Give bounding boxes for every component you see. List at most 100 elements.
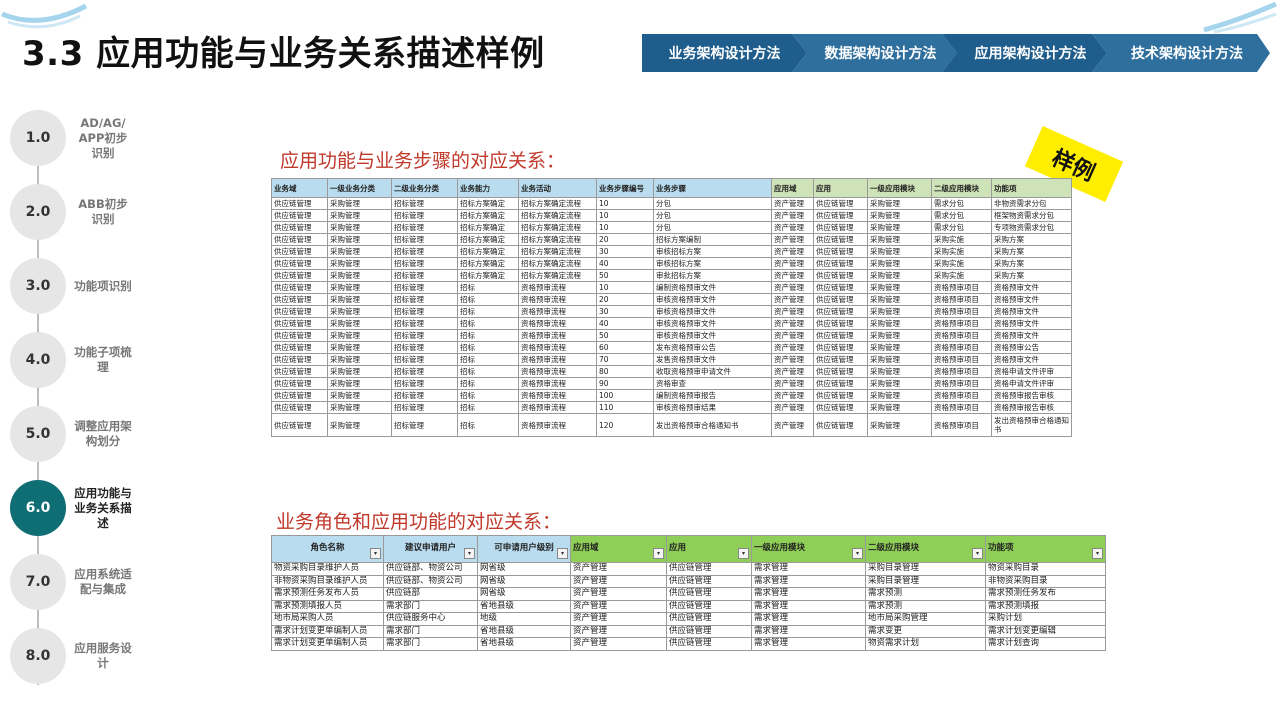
table-cell: 需求管理 (751, 624, 866, 638)
table-row: 供应链管理 采购管理 招标管理 招标方案确定 招标方案确定流程 10 分包 资产管理 供应链管理… (271, 209, 1072, 222)
table-header-cell: 二级业务分类 (391, 178, 458, 198)
table-row: 供应链管理 采购管理 招标管理 招标方案确定 招标方案确定流程 20 招标方案编制 资产管理供… (271, 233, 1072, 246)
filter-dropdown-icon[interactable]: ▾ (653, 548, 664, 559)
table-cell: 采购方案 (991, 245, 1072, 258)
timeline-step-label: AD/AG/ APP初步识别 (78, 115, 128, 160)
table-cell: 采购实施 (931, 257, 992, 270)
table-cell: 采购管理 (867, 233, 932, 246)
table-header-cell: 应用 (813, 178, 868, 198)
table-header-cell: 应用域 ▾ (570, 535, 667, 563)
table-cell: 采购管理 (327, 377, 392, 390)
table-cell: 供应链管理 (271, 197, 328, 210)
table-header-cell: 角色名称 ▾ (271, 535, 384, 563)
table-cell: 资格预审流程 (518, 389, 597, 402)
timeline-step-1[interactable]: 1.0 (10, 110, 66, 166)
table-cell: 供应链管理 (271, 377, 328, 390)
table-cell: 审核资格预审文件 (653, 329, 772, 342)
filter-dropdown-icon[interactable]: ▾ (370, 548, 381, 559)
table-cell: 收取资格预审申请文件 (653, 365, 772, 378)
table-cell: 招标 (457, 329, 519, 342)
filter-dropdown-icon[interactable]: ▾ (557, 548, 568, 559)
timeline-step-4[interactable]: 4.0 (10, 332, 66, 388)
table-row: 供应链管理 采购管理 招标管理 招标方案确定 招标方案确定流程 50 审批招标方案 资产管理供… (271, 269, 1072, 282)
table-cell: 分包 (653, 221, 772, 234)
table-cell: 采购管理 (867, 197, 932, 210)
role-function-table: 角色名称 ▾ 建议申请用户 ▾ 可申请用户级别 ▾ 应用域 ▾ 应用 ▾ 一级应用模块 ▾ 二级应用模块… (271, 535, 1106, 651)
table-cell: 供应链管理 (271, 221, 328, 234)
timeline-step-2[interactable]: 2.0 (10, 184, 66, 240)
table-cell: 招标方案确定 (457, 245, 519, 258)
table-cell: 资产管理 (771, 281, 814, 294)
table-cell: 供应链管理 (813, 293, 868, 306)
table-cell: 供应链管理 (813, 377, 868, 390)
nav-application-architecture[interactable]: 应用架构设计方法 (942, 34, 1107, 72)
table-cell: 资格申请文件评审 (991, 365, 1072, 378)
table-cell: 资产管理 (771, 197, 814, 210)
table-cell: 招标管理 (391, 365, 458, 378)
table-cell: 资格预审报告审核 (991, 401, 1072, 414)
table-cell: 招标管理 (391, 353, 458, 366)
table-cell: 招标 (457, 413, 519, 437)
table-cell: 资产管理 (771, 317, 814, 330)
table-header-cell: 业务能力 (457, 178, 519, 198)
nav-business-architecture[interactable]: 业务架构设计方法 (642, 34, 807, 72)
table-cell: 资产管理 (771, 245, 814, 258)
table-cell: 招标方案确定 (457, 233, 519, 246)
filter-dropdown-icon[interactable]: ▾ (464, 548, 475, 559)
table-row: 供应链管理 采购管理 招标管理 招标 资格预审流程 110 审核资格预审结果 资产管理 供应链管… (271, 401, 1072, 414)
table-cell: 资格预审项目 (931, 341, 992, 354)
nav-technology-architecture[interactable]: 技术架构设计方法 (1092, 34, 1270, 72)
timeline-step-label: 调整应用架构划分 (74, 419, 132, 448)
table-cell: 需求部门 (383, 637, 478, 651)
table-cell: 需求部门 (383, 599, 478, 613)
table-cell: 需求分包 (931, 197, 992, 210)
table-cell: 供应链管理 (271, 257, 328, 270)
nav-item-label: 数据架构设计方法 (824, 46, 937, 62)
table-header-label: 角色名称 (310, 543, 345, 554)
table-header-label: 功能项 (988, 543, 1014, 554)
table-cell: 招标 (457, 353, 519, 366)
table-cell: 供应链管理 (813, 329, 868, 342)
table-cell: 招标管理 (391, 209, 458, 222)
table-row: 供应链管理 采购管理 招标管理 招标 资格预审流程 10 编制资格预审文件 资产管理 供应链管理… (271, 281, 1072, 294)
table-row: 供应链管理 采购管理 招标管理 招标 资格预审流程 100 编制资格预审报告 资产管理 供应链管… (271, 389, 1072, 402)
timeline-step-3[interactable]: 3.0 (10, 258, 66, 314)
table-cell: 采购管理 (867, 329, 932, 342)
table-cell: 10 (596, 221, 654, 234)
table-cell: 资格预审项目 (931, 401, 992, 414)
filter-dropdown-icon[interactable]: ▾ (738, 548, 749, 559)
table-cell: 招标方案确定流程 (518, 233, 597, 246)
table-cell: 10 (596, 197, 654, 210)
table-cell: 120 (596, 413, 654, 437)
table-row: 供应链管理 采购管理 招标管理 招标方案确定 招标方案确定流程 30 审核招标方案 资产管理供… (271, 245, 1072, 258)
table-cell: 资格预审流程 (518, 329, 597, 342)
table-cell: 采购管理 (327, 269, 392, 282)
table-cell: 采购管理 (867, 365, 932, 378)
table-row: 需求计划变更单编制人员 需求部门 省地县级 资产管理 供应链管理 需求管理 物资需求计划 需求… (271, 637, 1106, 651)
timeline-step-5[interactable]: 5.0 (10, 406, 66, 462)
filter-dropdown-icon[interactable]: ▾ (852, 548, 863, 559)
table-cell: 资产管理 (570, 612, 667, 626)
table-header-cell: 应用域 (771, 178, 814, 198)
timeline-step-6[interactable]: 6.0 (10, 480, 66, 536)
table-cell: 资产管理 (570, 587, 667, 601)
filter-dropdown-icon[interactable]: ▾ (972, 548, 983, 559)
timeline-step-8[interactable]: 8.0 (10, 628, 66, 684)
table-cell: 采购管理 (867, 401, 932, 414)
table-cell: 供应链管理 (813, 245, 868, 258)
table-cell: 发出资格预审合格通知书 (653, 413, 772, 437)
table-cell: 资产管理 (771, 341, 814, 354)
page-title: 3.3 应用功能与业务关系描述样例 (22, 34, 545, 74)
filter-dropdown-icon[interactable]: ▾ (1092, 548, 1103, 559)
table-cell: 审核招标方案 (653, 257, 772, 270)
table-cell: 资格预审流程 (518, 317, 597, 330)
timeline-step-7[interactable]: 7.0 (10, 554, 66, 610)
table-header-cell: 业务活动 (518, 178, 597, 198)
table-cell: 审核招标方案 (653, 245, 772, 258)
table-header-label: 应用 (669, 543, 687, 554)
table-cell: 10 (596, 209, 654, 222)
table-cell: 需求分包 (931, 209, 992, 222)
table-cell: 采购管理 (327, 233, 392, 246)
nav-data-architecture[interactable]: 数据架构设计方法 (792, 34, 957, 72)
table-row: 非物资采购目录维护人员 供应链部、物资公司 网省级 资产管理 供应链管理 需求管理 采购目录… (271, 574, 1106, 588)
